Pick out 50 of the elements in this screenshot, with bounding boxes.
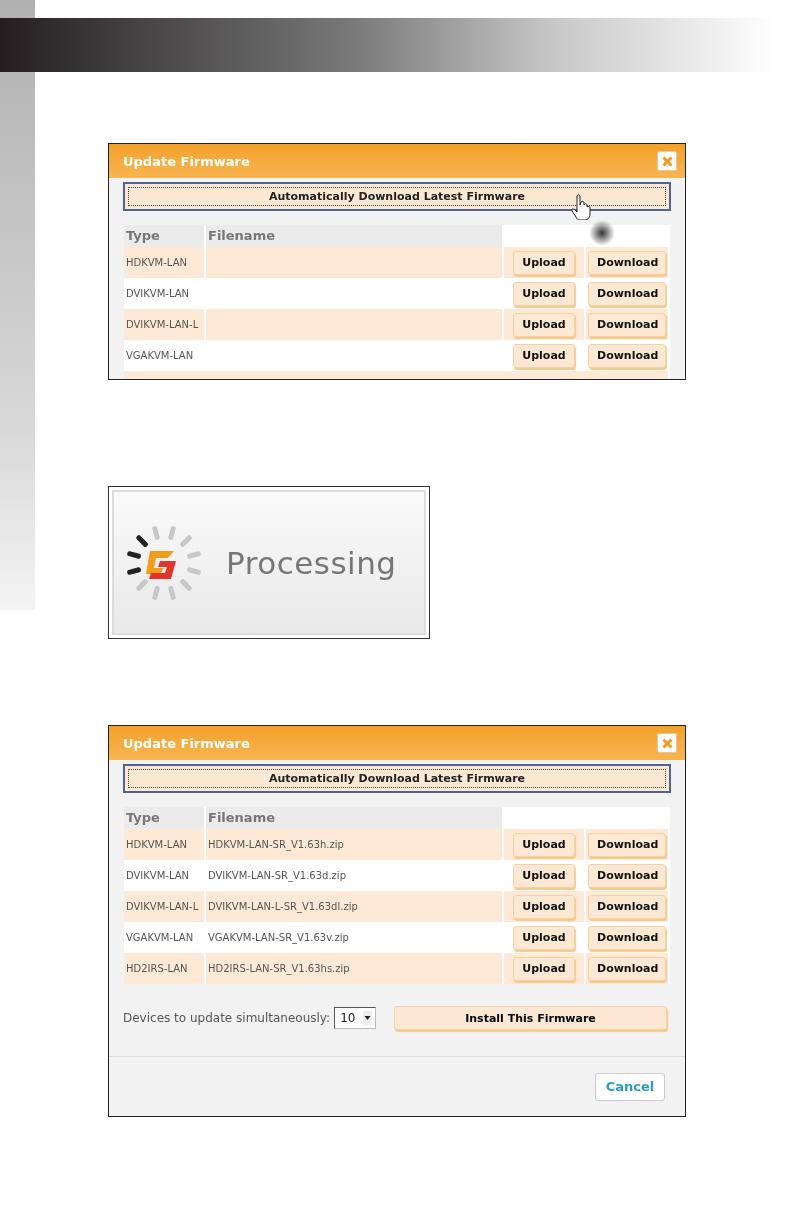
table-cell-text: DVIKVM-LAN bbox=[125, 869, 191, 883]
upload-button[interactable]: Upload bbox=[513, 863, 575, 888]
column-header: Type bbox=[124, 807, 204, 829]
download-button[interactable]: Download bbox=[588, 863, 666, 888]
download-button[interactable]: Download bbox=[588, 343, 666, 368]
download-button[interactable]: Download bbox=[588, 925, 666, 950]
download-button[interactable]: Download bbox=[588, 894, 666, 919]
cursor-shadow bbox=[589, 220, 615, 246]
table-cell-text: DVIKVM-LAN bbox=[125, 287, 191, 301]
table-cell: HDKVM-LAN bbox=[124, 829, 204, 860]
auto-download-button[interactable]: Automatically Download Latest Firmware bbox=[123, 764, 671, 793]
table-cell-text: DVIKVM-LAN-SR_V1.63d.zip bbox=[207, 869, 347, 884]
hand-cursor-icon bbox=[571, 194, 593, 220]
download-button[interactable]: Download bbox=[588, 956, 666, 981]
table-cell: DVIKVM-LAN-L bbox=[124, 309, 204, 340]
upload-button[interactable]: Upload bbox=[513, 312, 575, 337]
table-cell-text: VGAKVM-LAN bbox=[125, 931, 195, 945]
upload-button[interactable]: Upload bbox=[513, 832, 575, 857]
close-icon bbox=[661, 155, 673, 167]
close-icon bbox=[661, 737, 673, 749]
table-cell-text: VGAKVM-LAN bbox=[125, 349, 195, 363]
download-button[interactable]: Download bbox=[588, 250, 666, 275]
table-cell: HD2IRS-LAN bbox=[124, 953, 204, 984]
table-cell: HDKVM-LAN bbox=[124, 247, 204, 278]
close-button[interactable] bbox=[657, 733, 677, 753]
download-button[interactable]: Download bbox=[588, 312, 666, 337]
download-button[interactable]: Download bbox=[588, 832, 666, 857]
dialog-title: Update Firmware bbox=[123, 735, 250, 751]
table-cell-text: VGAKVM-LAN-SR_V1.63v.zip bbox=[207, 931, 350, 946]
dialog-title: Update Firmware bbox=[123, 153, 250, 169]
upload-button[interactable]: Upload bbox=[513, 894, 575, 919]
upload-button[interactable]: Upload bbox=[513, 250, 575, 275]
table-cell: DVIKVM-LAN-L-SR_V1.63dl.zip bbox=[206, 891, 502, 922]
upload-button[interactable]: Upload bbox=[513, 281, 575, 306]
processing-label: Processing bbox=[226, 544, 397, 581]
download-button[interactable]: Download bbox=[588, 281, 666, 306]
devices-dropdown[interactable]: 10 bbox=[334, 1007, 377, 1029]
column-header: Filename bbox=[206, 807, 502, 829]
upload-button[interactable]: Upload bbox=[513, 343, 575, 368]
install-button[interactable]: Install This Firmware bbox=[394, 1006, 667, 1030]
upload-button[interactable]: Upload bbox=[513, 925, 575, 950]
field-label: Devices to update simultaneously: bbox=[123, 1011, 331, 1025]
table-cell: HD2IRS-LAN-SR_V1.63hs.zip bbox=[206, 953, 502, 984]
column-header: Type bbox=[124, 225, 204, 247]
upload-button[interactable]: Upload bbox=[513, 956, 575, 981]
close-button[interactable] bbox=[657, 151, 677, 171]
table-cell: DVIKVM-LAN-L bbox=[124, 891, 204, 922]
column-header: Filename bbox=[206, 225, 502, 247]
auto-download-button[interactable]: Automatically Download Latest Firmware bbox=[123, 182, 671, 211]
table-cell: HDKVM-LAN-SR_V1.63h.zip bbox=[206, 829, 502, 860]
